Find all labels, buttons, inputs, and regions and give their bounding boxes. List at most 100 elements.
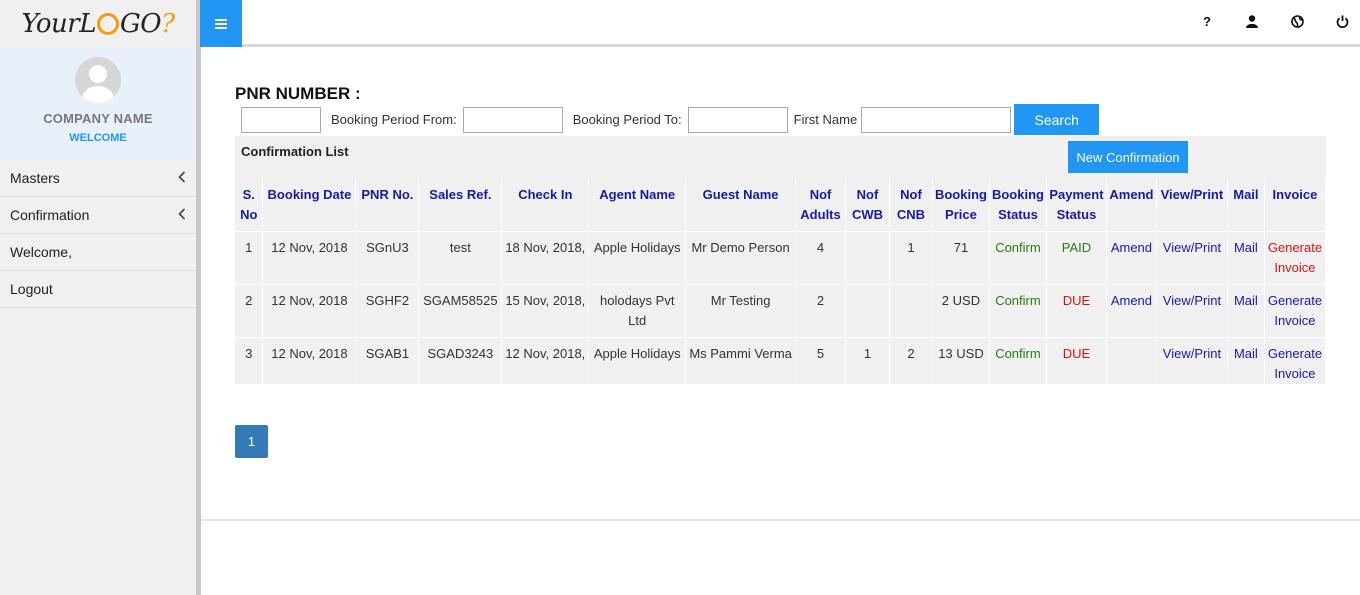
profile-panel: COMPANY NAME WELCOME (0, 48, 196, 160)
cell-cwb: 1 (845, 337, 890, 390)
avatar (75, 57, 121, 103)
globe-icon[interactable] (1289, 12, 1305, 30)
column-header: Sales Ref. (418, 179, 503, 232)
cell-agent: holodays Pvt Ltd (588, 284, 687, 338)
pnr-input[interactable] (241, 106, 321, 133)
cell-payment: DUE (1046, 284, 1107, 338)
logo-text-your: Your (21, 9, 80, 39)
booking-from-input[interactable] (462, 106, 563, 133)
sidebar-item-welcome[interactable]: Welcome, (0, 234, 196, 271)
sidebar-nav: Masters Confirmation Welcome, Logout (0, 160, 196, 308)
chevron-left-icon (178, 170, 186, 186)
cell-status: Confirm (989, 284, 1047, 338)
cell-check-in: 18 Nov, 2018, (501, 231, 590, 285)
column-header: View/Print (1156, 179, 1228, 232)
sidebar-item-masters[interactable]: Masters (0, 160, 196, 197)
logo-o-ring (96, 13, 119, 35)
cell-cnb: 2 (889, 337, 933, 390)
logo-question: ? (161, 9, 175, 39)
cell-status: Confirm (989, 231, 1047, 285)
cell-sales-ref: SGAM58525 (418, 284, 503, 338)
cell-sno: 3 (235, 337, 264, 390)
booking-from-label: Booking Period From: (331, 112, 457, 127)
cell-invoice[interactable]: Generate Invoice (1264, 284, 1327, 338)
cell-pnr: SGnU3 (355, 231, 420, 285)
new-confirmation-button[interactable]: New Confirmation (1068, 141, 1188, 173)
cell-amend (1106, 337, 1157, 390)
list-title: Confirmation List (241, 144, 349, 159)
cell-booking-date: 12 Nov, 2018 (262, 337, 357, 390)
column-header: Invoice (1264, 179, 1327, 232)
cell-payment: DUE (1046, 337, 1107, 390)
confirmation-table: S. No Booking Date PNR No. Sales Ref. Check … (235, 179, 1327, 390)
sidebar-item-logout[interactable]: Logout (0, 271, 196, 308)
cell-mail[interactable]: Mail (1227, 284, 1265, 338)
cell-mail[interactable]: Mail (1227, 231, 1265, 285)
cell-guest: Ms Pammi Verma (685, 337, 797, 390)
logo-text-l: L (79, 9, 96, 39)
cell-sales-ref: test (418, 231, 503, 285)
cell-status: Confirm (989, 337, 1047, 390)
sidebar-item-label: Logout (10, 281, 53, 297)
confirmation-list-panel: Confirmation List New Confirmation S. No… (235, 136, 1327, 390)
first-name-input[interactable] (861, 106, 1012, 133)
sidebar-item-label: Welcome, (10, 244, 72, 260)
cell-invoice[interactable]: Generate Invoice (1264, 337, 1327, 390)
cell-booking-date: 12 Nov, 2018 (262, 231, 357, 285)
cell-view[interactable]: View/Print (1156, 231, 1228, 285)
cell-view[interactable]: View/Print (1156, 337, 1228, 390)
cell-adults: 4 (795, 231, 847, 285)
cell-check-in: 12 Nov, 2018, (501, 337, 590, 390)
cell-check-in: 15 Nov, 2018, (501, 284, 590, 338)
footer-divider (201, 519, 1360, 521)
cell-view[interactable]: View/Print (1156, 284, 1228, 338)
cell-cwb (845, 284, 890, 338)
search-button[interactable]: Search (1014, 104, 1100, 135)
sidebar-item-label: Masters (10, 170, 60, 186)
cell-sno: 2 (235, 284, 264, 338)
cell-adults: 5 (795, 337, 847, 390)
cell-booking-date: 12 Nov, 2018 (262, 284, 357, 338)
column-header: Amend (1106, 179, 1157, 232)
column-header: Nof CNB (889, 179, 933, 232)
cell-mail[interactable]: Mail (1227, 337, 1265, 390)
sidebar-item-label: Confirmation (10, 207, 90, 223)
column-header: Mail (1227, 179, 1265, 232)
first-name-label: First Name (793, 112, 858, 127)
cell-sno: 1 (235, 231, 264, 285)
cell-amend[interactable]: Amend (1106, 231, 1157, 285)
pnr-label: PNR NUMBER : (235, 84, 361, 103)
user-icon[interactable] (1244, 12, 1260, 30)
cell-cwb (845, 231, 890, 285)
column-header: S. No (235, 179, 264, 232)
column-header: Booking Status (989, 179, 1047, 232)
column-header: Nof CWB (845, 179, 890, 232)
sidebar-item-confirmation[interactable]: Confirmation (0, 197, 196, 234)
cell-pnr: SGHF2 (355, 284, 420, 338)
cell-invoice[interactable]: Generate Invoice (1264, 231, 1327, 285)
column-header: Payment Status (1046, 179, 1107, 232)
column-header: Nof Adults (795, 179, 847, 232)
menu-toggle-button[interactable] (200, 0, 242, 47)
logo[interactable]: YourL GO? (0, 0, 196, 48)
cell-price: 71 (932, 231, 990, 285)
cell-agent: Apple Holidays (588, 231, 687, 285)
table-row: 3 12 Nov, 2018 SGAB1 SGAD3243 12 Nov, 2018, A… (235, 337, 1327, 390)
column-header: Agent Name (588, 179, 687, 232)
welcome-text: WELCOME (69, 132, 127, 144)
cell-cnb: 1 (889, 231, 933, 285)
table-header-row: S. No Booking Date PNR No. Sales Ref. Check … (235, 179, 1327, 232)
cell-amend[interactable]: Amend (1106, 284, 1157, 338)
table-body: 1 12 Nov, 2018 SGnU3 test 18 Nov, 2018, Apple… (235, 231, 1327, 390)
cell-price: 2 USD (932, 284, 990, 338)
company-name: COMPANY NAME (43, 111, 153, 126)
booking-to-label: Booking Period To: (572, 112, 682, 127)
sidebar-divider (196, 0, 201, 595)
help-icon[interactable]: ? (1199, 12, 1215, 30)
page-button-1[interactable]: 1 (235, 425, 268, 458)
power-icon[interactable] (1334, 12, 1350, 30)
cell-cnb (889, 284, 933, 338)
booking-to-input[interactable] (687, 106, 788, 133)
cell-payment: PAID (1046, 231, 1107, 285)
table-row: 2 12 Nov, 2018 SGHF2 SGAM58525 15 Nov, 2018,… (235, 284, 1327, 338)
